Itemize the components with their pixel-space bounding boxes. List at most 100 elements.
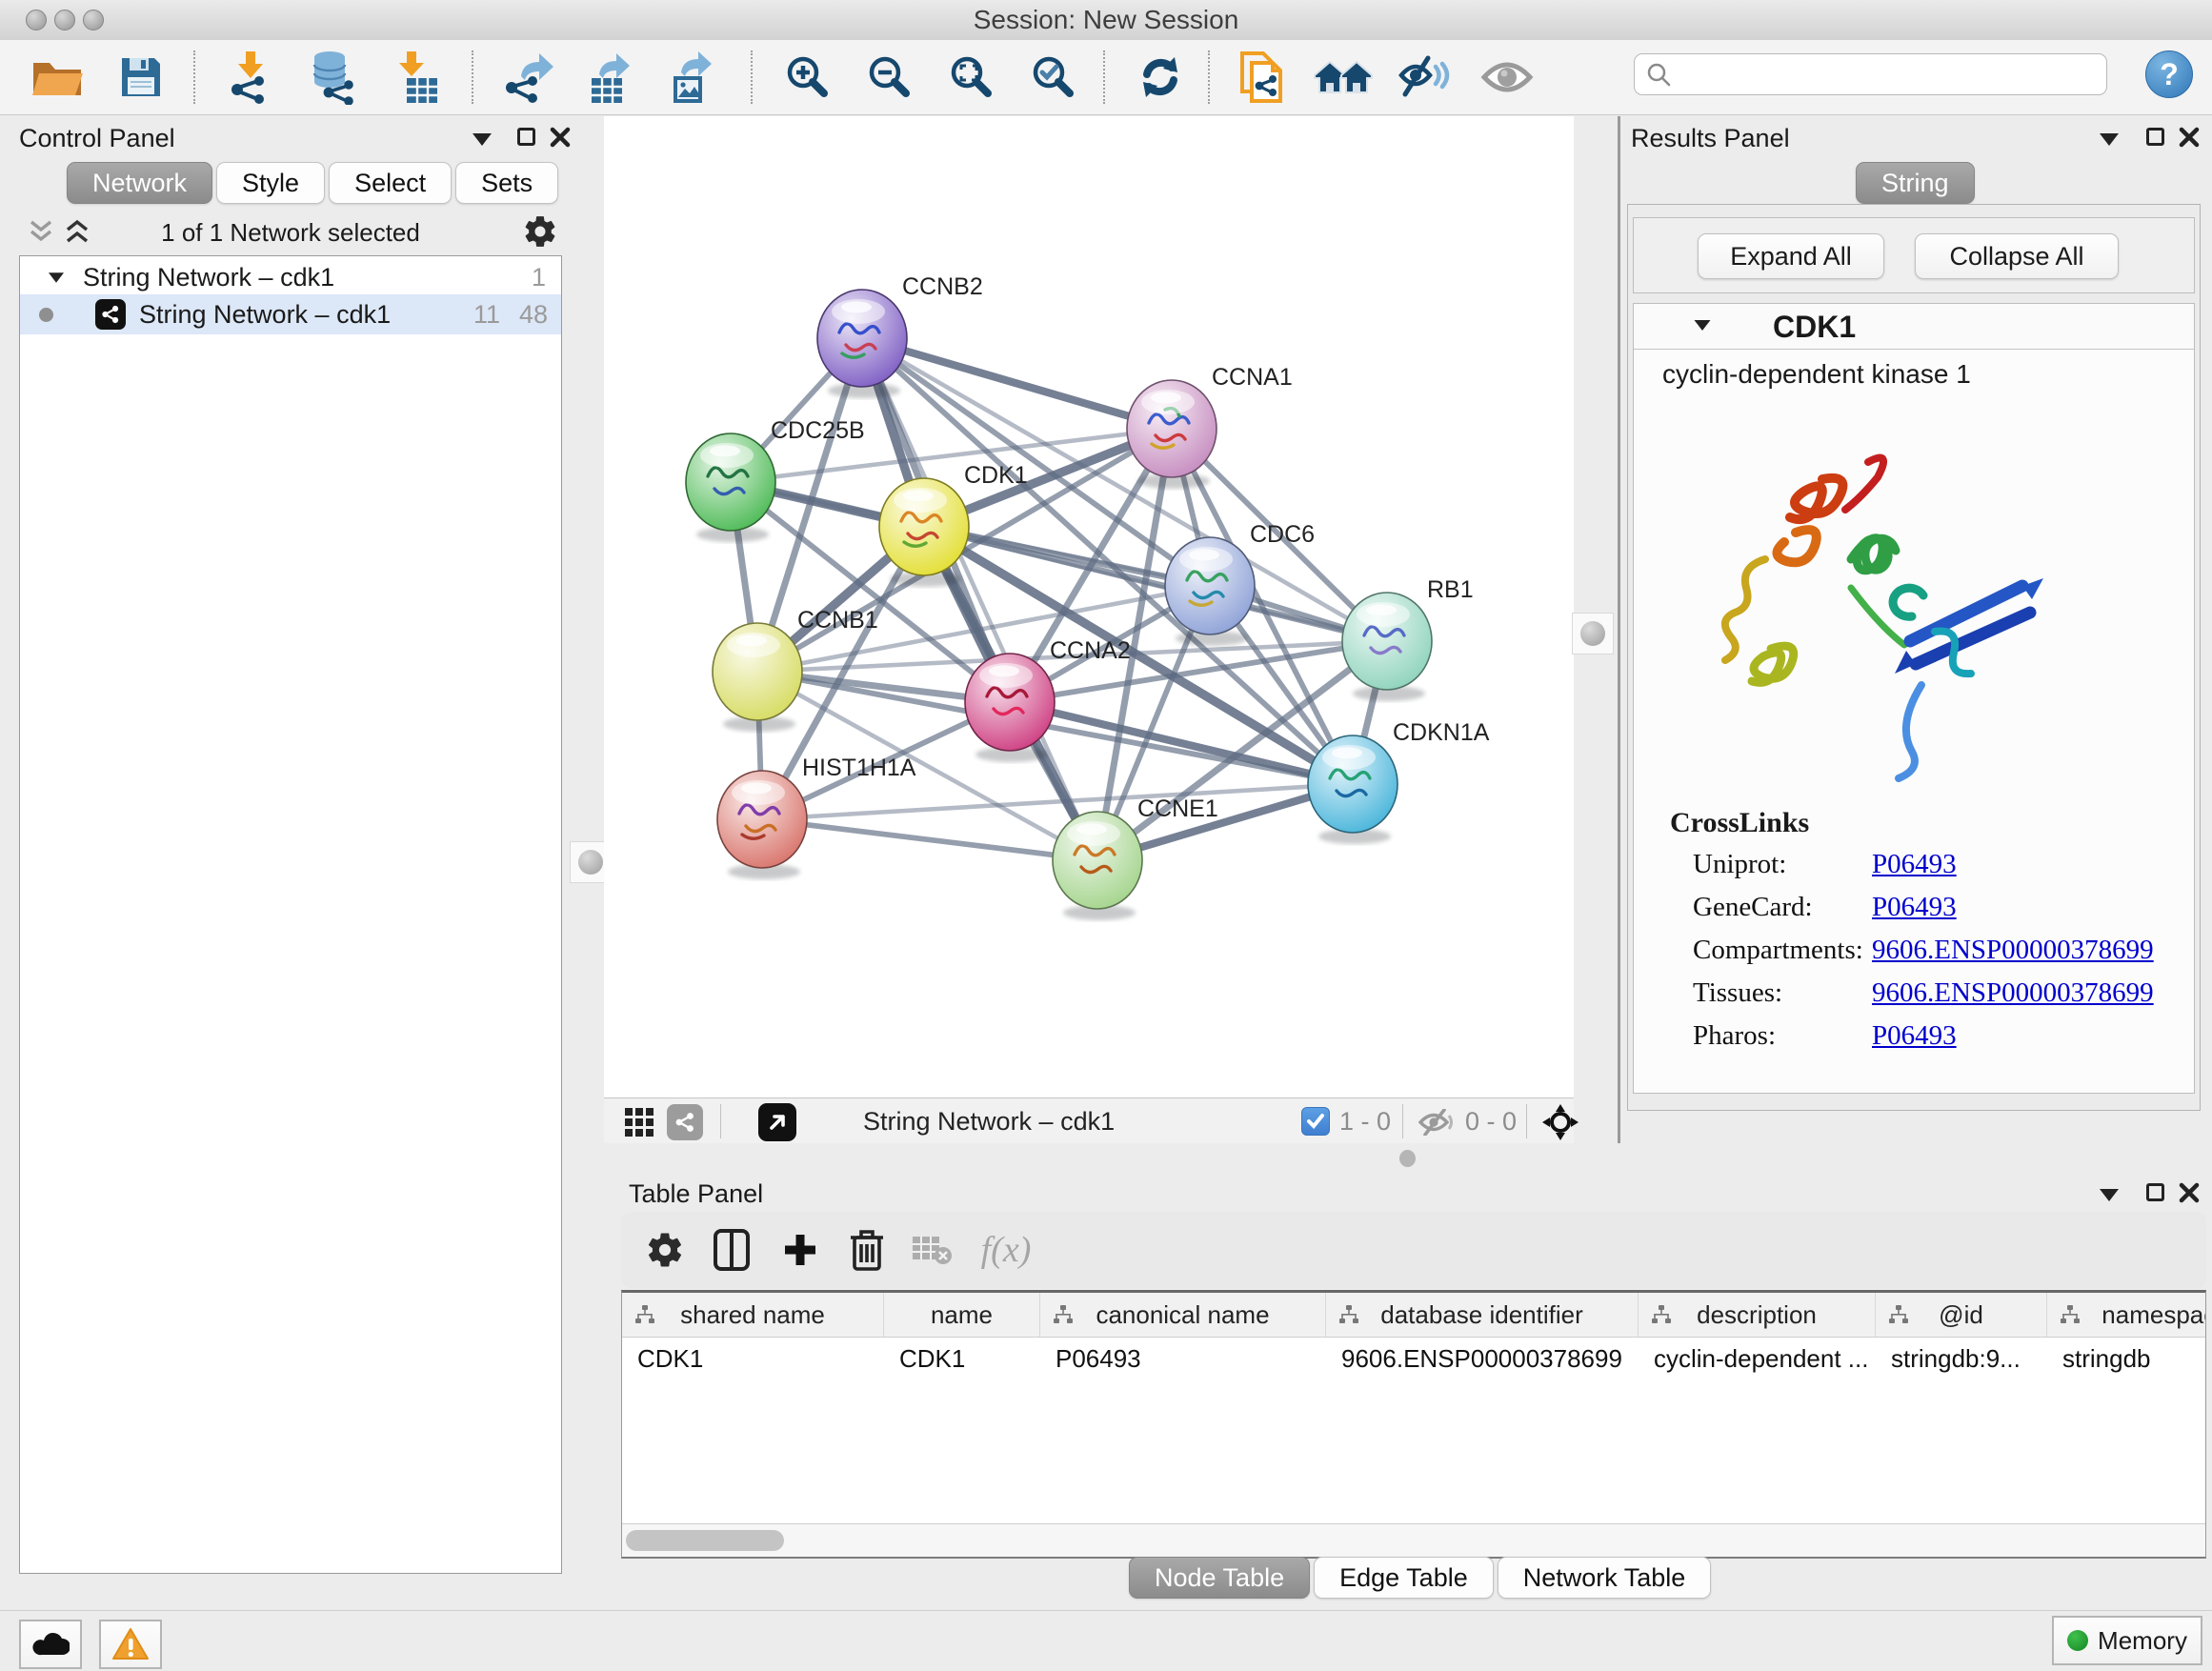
table-options-button[interactable] (638, 1223, 692, 1277)
save-session-button[interactable] (111, 48, 171, 107)
selected-count-label: 1 - 0 (1339, 1098, 1391, 1144)
tree-expand-icon[interactable] (49, 272, 64, 282)
table-panel-float-icon[interactable] (2146, 1183, 2164, 1201)
cloud-icon (31, 1630, 70, 1659)
gene-section-header[interactable]: CDK1 (1634, 304, 2194, 350)
node-CCNB1[interactable]: CCNB1 (713, 607, 878, 732)
table-cell[interactable]: P06493 (1040, 1338, 1326, 1379)
table-panel-close-icon[interactable] (2178, 1181, 2201, 1204)
network-options-gear-icon[interactable] (522, 213, 558, 250)
memory-button[interactable]: Memory (2052, 1616, 2202, 1665)
crosslink-link[interactable]: P06493 (1872, 892, 1957, 922)
search-input[interactable] (1680, 56, 2095, 92)
table-cell[interactable]: stringdb (2047, 1338, 2206, 1379)
delete-column-button[interactable] (840, 1223, 894, 1277)
tab-select[interactable]: Select (329, 162, 452, 204)
zoom-out-button[interactable] (859, 48, 920, 107)
function-builder-button[interactable]: f(x) (968, 1223, 1044, 1277)
show-columns-button[interactable] (705, 1223, 758, 1277)
table-cell[interactable]: CDK1 (884, 1338, 1040, 1379)
import-table-button[interactable] (385, 48, 446, 107)
refresh-button[interactable] (1130, 48, 1191, 107)
column-header--id[interactable]: @id (1876, 1293, 2047, 1337)
hide-selected-button[interactable] (1395, 48, 1456, 107)
table-horizontal-scrollbar[interactable] (622, 1523, 2205, 1557)
crosslink-link[interactable]: 9606.ENSP00000378699 (1872, 935, 2154, 965)
zoom-in-button[interactable] (777, 48, 838, 107)
network-graph[interactable]: CCNB2CCNA1CDC25BCDK1CDC6RB1CCNB1CCNA2CDK… (604, 116, 1574, 1097)
node-CCNB2[interactable]: CCNB2 (817, 273, 983, 398)
protein-structure-image (1708, 445, 2070, 816)
network-tree-child-row[interactable]: String Network – cdk1 11 48 (20, 294, 561, 334)
column-header-namespace[interactable]: namespace (2047, 1293, 2206, 1337)
node-label-CCNB1: CCNB1 (797, 607, 878, 634)
zoom-selected-button[interactable] (1023, 48, 1084, 107)
search-field[interactable] (1634, 53, 2107, 95)
right-splitter-handle[interactable] (1572, 613, 1614, 654)
grid-view-icon[interactable] (623, 1106, 655, 1138)
warnings-button[interactable] (99, 1620, 162, 1669)
create-column-button[interactable] (774, 1223, 827, 1277)
table-cell[interactable]: CDK1 (622, 1338, 884, 1379)
scrollbar-thumb[interactable] (626, 1530, 784, 1551)
export-network-button[interactable] (497, 48, 558, 107)
column-header-canonical-name[interactable]: canonical name (1040, 1293, 1326, 1337)
export-table-button[interactable] (579, 48, 640, 107)
column-header-database-identifier[interactable]: database identifier (1326, 1293, 1639, 1337)
cloud-sync-button[interactable] (19, 1620, 82, 1669)
import-network-from-database-button[interactable] (303, 48, 364, 107)
table-row[interactable]: CDK1CDK1P064939606.ENSP00000378699cyclin… (622, 1338, 2205, 1379)
open-session-button[interactable] (27, 48, 88, 107)
tab-string[interactable]: String (1856, 162, 1975, 204)
column-header-shared-name[interactable]: shared name (622, 1293, 884, 1337)
tab-sets[interactable]: Sets (455, 162, 558, 204)
section-collapse-icon[interactable] (1695, 320, 1711, 331)
refresh-icon (1135, 51, 1186, 103)
results-panel-close-icon[interactable] (2178, 126, 2201, 149)
results-panel-float-icon[interactable] (2146, 128, 2164, 146)
node-CDC25B[interactable]: CDC25B (686, 417, 865, 542)
crosslink-link[interactable]: P06493 (1872, 1020, 1957, 1051)
table-cell[interactable]: stringdb:9... (1876, 1338, 2047, 1379)
control-panel-close-icon[interactable] (549, 126, 572, 149)
show-all-button[interactable] (1477, 48, 1538, 107)
crosslink-link[interactable]: 9606.ENSP00000378699 (1872, 977, 2154, 1008)
control-panel-menu-icon[interactable] (473, 133, 492, 146)
horizontal-splitter-handle[interactable] (1399, 1150, 1416, 1167)
right-splitter-line[interactable] (1618, 116, 1620, 1143)
table-cell[interactable]: 9606.ENSP00000378699 (1326, 1338, 1639, 1379)
table-panel-menu-icon[interactable] (2100, 1189, 2119, 1201)
zoom-fit-button[interactable] (941, 48, 1002, 107)
help-button[interactable]: ? (2145, 50, 2193, 98)
clone-network-button[interactable] (1231, 48, 1292, 107)
birdseye-view-icon[interactable] (1541, 1103, 1579, 1141)
control-panel-float-icon[interactable] (517, 128, 535, 146)
string-view-icon[interactable] (667, 1104, 703, 1140)
network-canvas[interactable]: CCNB2CCNA1CDC25BCDK1CDC6RB1CCNB1CCNA2CDK… (604, 116, 1574, 1097)
edge-CCNE1-HIST1H1A[interactable] (762, 819, 1097, 860)
node-RB1[interactable]: RB1 (1342, 576, 1474, 701)
tab-network-table[interactable]: Network Table (1498, 1557, 1712, 1599)
open-in-window-icon[interactable] (758, 1103, 796, 1141)
tab-style[interactable]: Style (216, 162, 325, 204)
export-image-button[interactable] (661, 48, 722, 107)
tab-network[interactable]: Network (67, 162, 212, 204)
crosslink-link[interactable]: P06493 (1872, 849, 1957, 879)
column-header-description[interactable]: description (1639, 1293, 1876, 1337)
node-table[interactable]: shared namenamecanonical namedatabase id… (621, 1290, 2206, 1559)
node-label-CCNA1: CCNA1 (1212, 364, 1293, 391)
table-cell[interactable]: cyclin-dependent ... (1639, 1338, 1876, 1379)
tab-node-table[interactable]: Node Table (1129, 1557, 1310, 1599)
network-tree-root-row[interactable]: String Network – cdk1 1 (20, 260, 561, 294)
results-panel-menu-icon[interactable] (2100, 133, 2119, 146)
column-header-name[interactable]: name (884, 1293, 1040, 1337)
expand-all-button[interactable]: Expand All (1698, 233, 1884, 279)
node-CDKN1A[interactable]: CDKN1A (1308, 719, 1490, 844)
import-network-button[interactable] (221, 48, 282, 107)
tab-edge-table[interactable]: Edge Table (1314, 1557, 1494, 1599)
selected-checkbox[interactable] (1301, 1107, 1330, 1136)
edge-CCNB2-CCNE1[interactable] (862, 338, 1097, 860)
collapse-all-button[interactable]: Collapse All (1915, 233, 2119, 279)
delete-table-button[interactable] (905, 1223, 958, 1277)
home-button[interactable] (1313, 48, 1374, 107)
